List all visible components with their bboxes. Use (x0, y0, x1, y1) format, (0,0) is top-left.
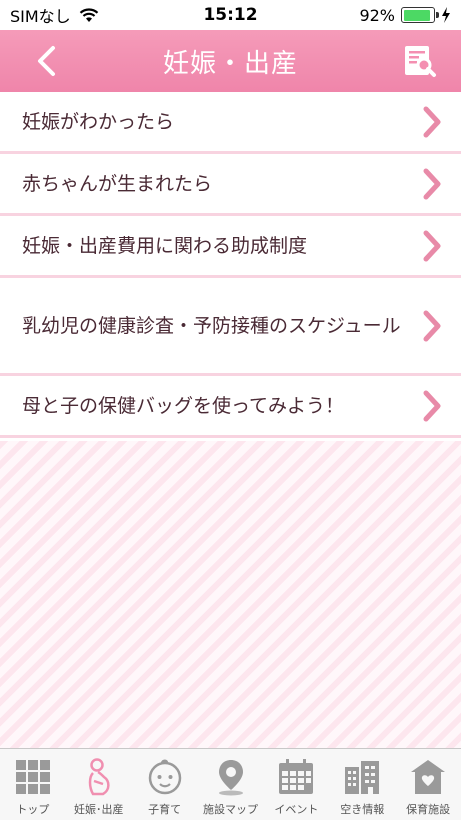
menu-item-pregnancy-found[interactable]: 妊娠がわかったら (0, 92, 461, 154)
tab-label: イベント (274, 803, 319, 816)
background-pattern (0, 441, 461, 748)
tab-label: 保育施設 (406, 803, 451, 816)
nav-header: 妊娠・出産 (0, 30, 461, 92)
menu-item-label: 母と子の保健バッグを使ってみよう！ (22, 394, 345, 417)
baby-face-icon (148, 759, 181, 795)
menu-item-label: 妊娠・出産費用に関わる助成制度 (22, 234, 308, 257)
menu-item-label: 妊娠がわかったら (22, 110, 175, 133)
tab-label: 空き情報 (340, 803, 385, 816)
document-search-button[interactable] (401, 42, 439, 80)
house-icon (411, 760, 446, 794)
menu-item-baby-born[interactable]: 赤ちゃんが生まれたら (0, 154, 461, 216)
status-bar: SIMなし 15:12 92% (0, 0, 461, 30)
calendar-icon (279, 759, 314, 794)
chevron-right-icon (423, 310, 441, 341)
tab-childcare[interactable]: 子育て (132, 749, 198, 820)
map-pin-icon (218, 760, 243, 796)
chevron-right-icon (423, 390, 441, 421)
battery-fill (403, 9, 431, 21)
menu-list: 妊娠がわかったら 赤ちゃんが生まれたら 妊娠・出産費用に関わる助成制度 乳幼児の… (0, 92, 461, 438)
document-search-icon (405, 46, 436, 77)
tab-label: 子育て (148, 803, 182, 816)
status-time: 15:12 (203, 5, 258, 25)
chevron-right-icon (423, 230, 441, 261)
chevron-right-icon (423, 168, 441, 199)
battery-icon (401, 7, 439, 23)
grid-icon (15, 760, 50, 794)
buildings-icon (345, 761, 380, 794)
tab-vacancy[interactable]: 空き情報 (329, 749, 395, 820)
tab-label: 妊娠･出産 (74, 803, 124, 816)
chevron-right-icon (423, 106, 441, 137)
tab-facility-map[interactable]: 施設マップ (198, 749, 264, 820)
page-title: 妊娠・出産 (162, 48, 298, 79)
pregnant-woman-icon (88, 758, 110, 796)
tab-nursery[interactable]: 保育施設 (395, 749, 461, 820)
tab-bar: トップ 妊娠･出産 子育て 施設マップ イベント 空き情報 保育施設 (0, 748, 461, 820)
menu-item-health-bag[interactable]: 母と子の保健バッグを使ってみよう！ (0, 376, 461, 438)
menu-item-label: 赤ちゃんが生まれたら (22, 172, 213, 195)
menu-item-checkup-schedule[interactable]: 乳幼児の健康診査・予防接種のスケジュール (0, 278, 461, 376)
tab-pregnancy[interactable]: 妊娠･出産 (66, 749, 132, 820)
back-button[interactable] (28, 43, 64, 79)
tab-label: 施設マップ (203, 803, 258, 816)
menu-item-subsidy[interactable]: 妊娠・出産費用に関わる助成制度 (0, 216, 461, 278)
chevron-left-icon (38, 46, 55, 76)
tab-top[interactable]: トップ (0, 749, 66, 820)
tab-label: トップ (16, 803, 50, 816)
tab-events[interactable]: イベント (263, 749, 329, 820)
menu-item-label: 乳幼児の健康診査・予防接種のスケジュール (22, 314, 401, 337)
